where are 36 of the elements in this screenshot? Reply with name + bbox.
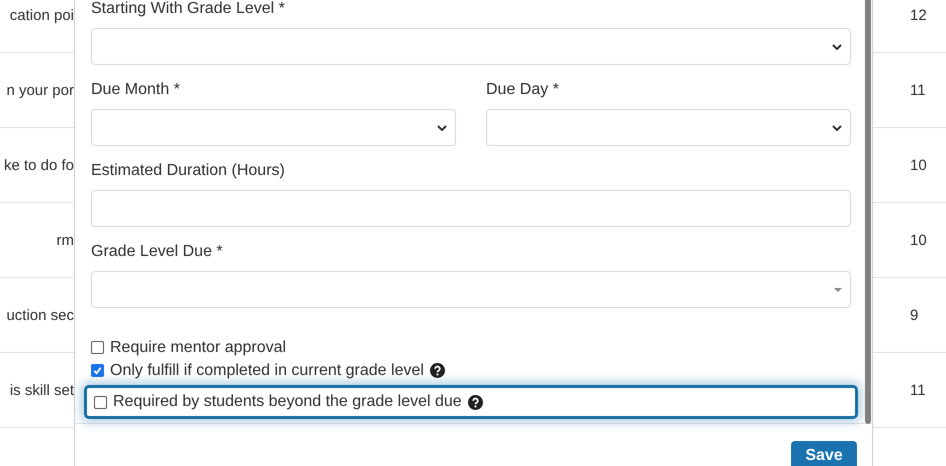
checkbox[interactable] (94, 396, 107, 408)
field-label: Estimated Duration (Hours) (91, 162, 286, 180)
scrollbar[interactable] (865, 0, 871, 424)
field-label: Grade Level Due * (91, 243, 224, 261)
select-field[interactable] (91, 271, 851, 308)
select-field[interactable] (91, 28, 851, 65)
field-label: Due Month * (91, 81, 181, 99)
save-button[interactable]: Save (791, 441, 857, 466)
input-field[interactable] (91, 190, 851, 227)
select-field[interactable] (91, 109, 456, 146)
chevron-icon (437, 124, 447, 130)
field-label: Due Day * (486, 81, 560, 99)
caret-icon (834, 288, 842, 292)
checkbox-label: Require mentor approval (110, 338, 286, 356)
select-field[interactable] (486, 109, 851, 146)
checkbox-label: Only fulfill if completed in current grade level (110, 362, 424, 380)
table-cell: n your por (6, 82, 74, 98)
table-cell: ke to do fo (4, 156, 74, 174)
table-cell: cation poi (10, 6, 74, 24)
chevron-icon (832, 124, 842, 130)
help-icon[interactable] (430, 363, 445, 378)
table-cell: is skill set (10, 382, 74, 398)
checkbox[interactable] (91, 364, 104, 377)
checkbox[interactable] (91, 341, 104, 354)
table-cell: 12 (910, 6, 927, 24)
checkbox-label: Required by students beyond the grade level due (113, 393, 462, 411)
table-cell: uction sec (6, 306, 74, 324)
table-cell: 10 (910, 156, 927, 174)
field-label: Starting With Grade Level * (91, 0, 286, 18)
table-cell: rm (56, 232, 74, 248)
table-cell: 11 (910, 382, 926, 398)
chevron-icon (832, 44, 842, 50)
table-cell: 10 (910, 232, 927, 248)
table-cell: 9 (910, 306, 918, 324)
help-icon[interactable] (468, 394, 483, 410)
table-cell: 11 (910, 82, 926, 98)
